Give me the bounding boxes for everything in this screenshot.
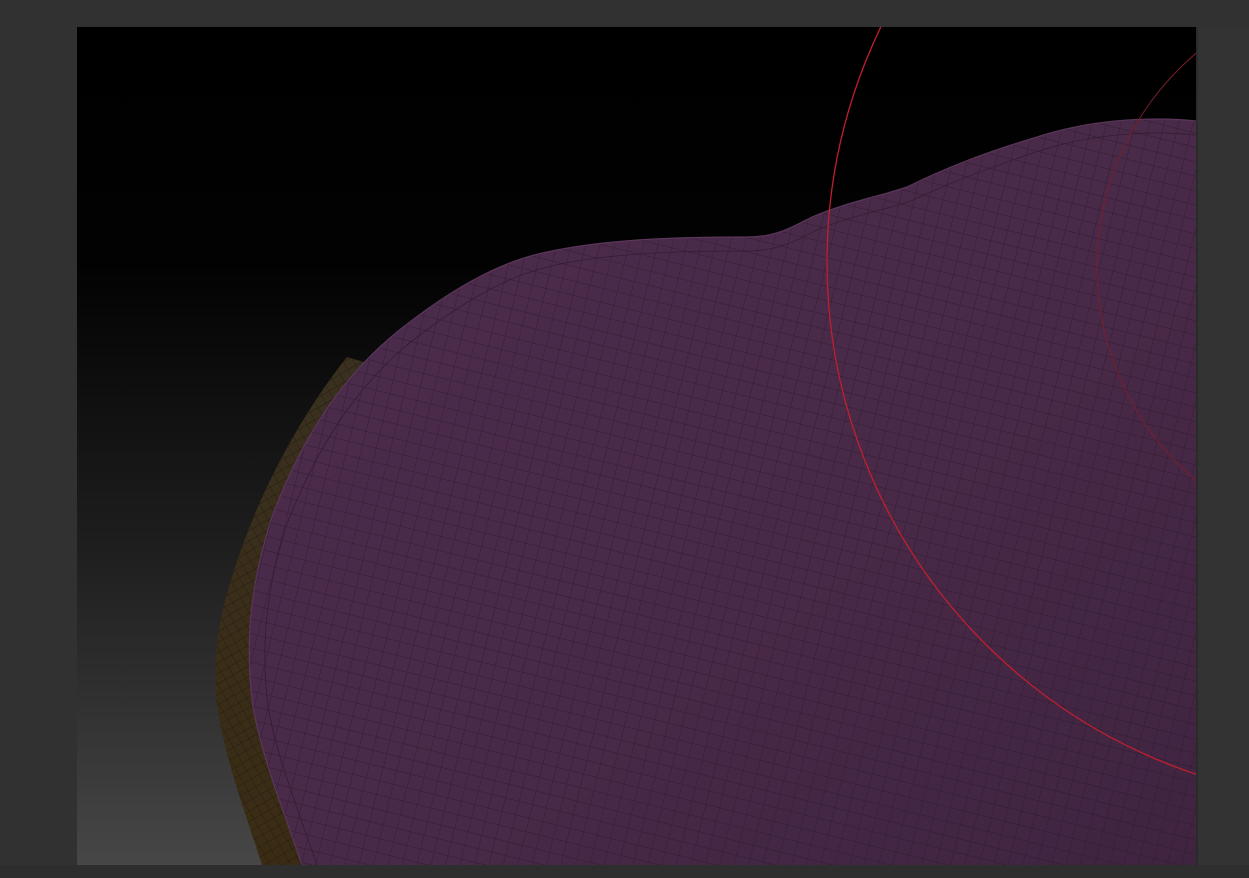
viewport-canvas[interactable] [77, 27, 1196, 865]
3d-viewport[interactable] [77, 27, 1196, 865]
right-shelf-panel [1196, 27, 1249, 865]
app-window [0, 0, 1249, 878]
viewport-divider [1196, 27, 1198, 865]
mesh-wireframe [249, 119, 1196, 865]
bottom-shelf-panel [0, 865, 1249, 878]
